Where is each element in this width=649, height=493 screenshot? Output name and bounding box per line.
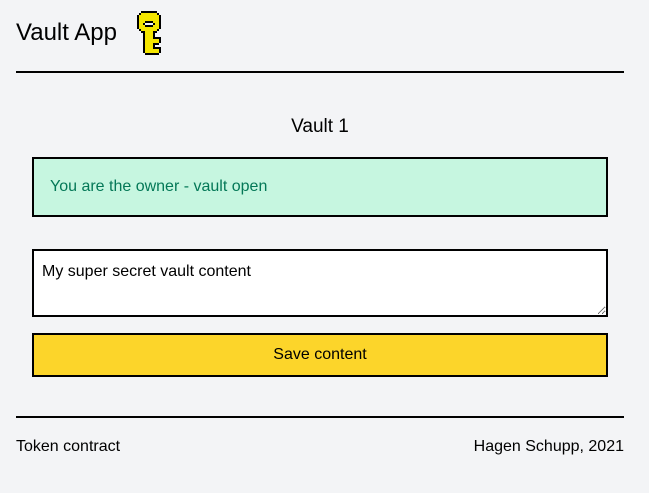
footer-divider — [16, 416, 624, 418]
app-title: Vault App — [16, 19, 117, 46]
save-content-button[interactable]: Save content — [32, 333, 608, 377]
header: Vault App — [16, 8, 624, 58]
owner-status-text: You are the owner - vault open — [50, 178, 268, 195]
header-divider — [16, 71, 624, 73]
key-icon — [135, 11, 163, 55]
owner-status-banner: You are the owner - vault open — [32, 157, 608, 217]
footer-credit: Hagen Schupp, 2021 — [473, 438, 624, 455]
token-contract-link[interactable]: Token contract — [16, 437, 120, 457]
vault-title: Vault 1 — [291, 116, 349, 137]
vault-content-textarea[interactable]: My super secret vault content — [32, 249, 608, 317]
page: Vault App Vault 1 You are the owner - va… — [0, 0, 649, 493]
